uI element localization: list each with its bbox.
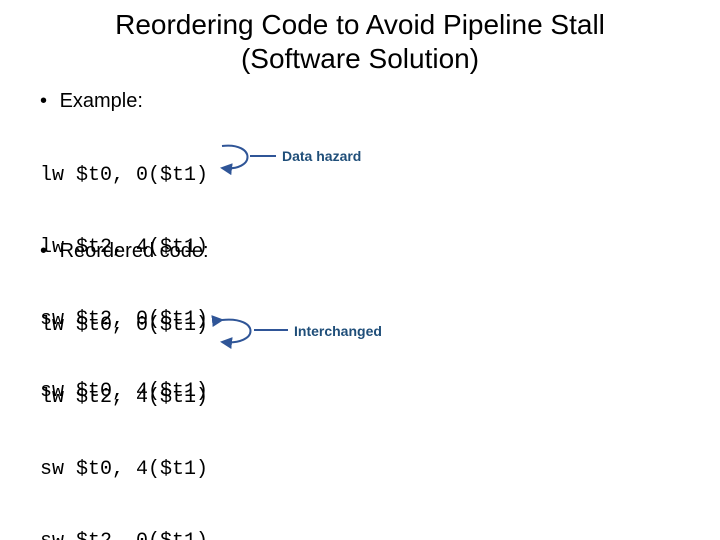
data-hazard-label: Data hazard [282, 148, 361, 164]
bullet-dot-icon: • [40, 90, 54, 113]
code-line: sw $t2, 0($t1) [40, 530, 208, 540]
interchanged-arrow-icon [214, 310, 304, 360]
code-line: lw $t2, 4($t1) [40, 386, 208, 410]
slide-title: Reordering Code to Avoid Pipeline Stall … [0, 8, 720, 75]
title-line-2: (Software Solution) [241, 43, 479, 74]
code-line: sw $t0, 4($t1) [40, 458, 208, 482]
example-heading: Example: [60, 90, 143, 112]
bullet-reordered: • Reordered code: [40, 240, 209, 263]
bullet-dot-icon: • [40, 240, 54, 263]
code-line: lw $t0, 0($t1) [40, 314, 208, 338]
interchanged-label: Interchanged [294, 323, 382, 339]
code-block-reordered: lw $t0, 0($t1) lw $t2, 4($t1) sw $t0, 4(… [40, 266, 208, 540]
reordered-heading: Reordered code: [60, 240, 209, 262]
slide: Reordering Code to Avoid Pipeline Stall … [0, 0, 720, 540]
title-line-1: Reordering Code to Avoid Pipeline Stall [115, 9, 605, 40]
bullet-example: • Example: [40, 90, 143, 113]
code-line: lw $t0, 0($t1) [40, 164, 208, 188]
